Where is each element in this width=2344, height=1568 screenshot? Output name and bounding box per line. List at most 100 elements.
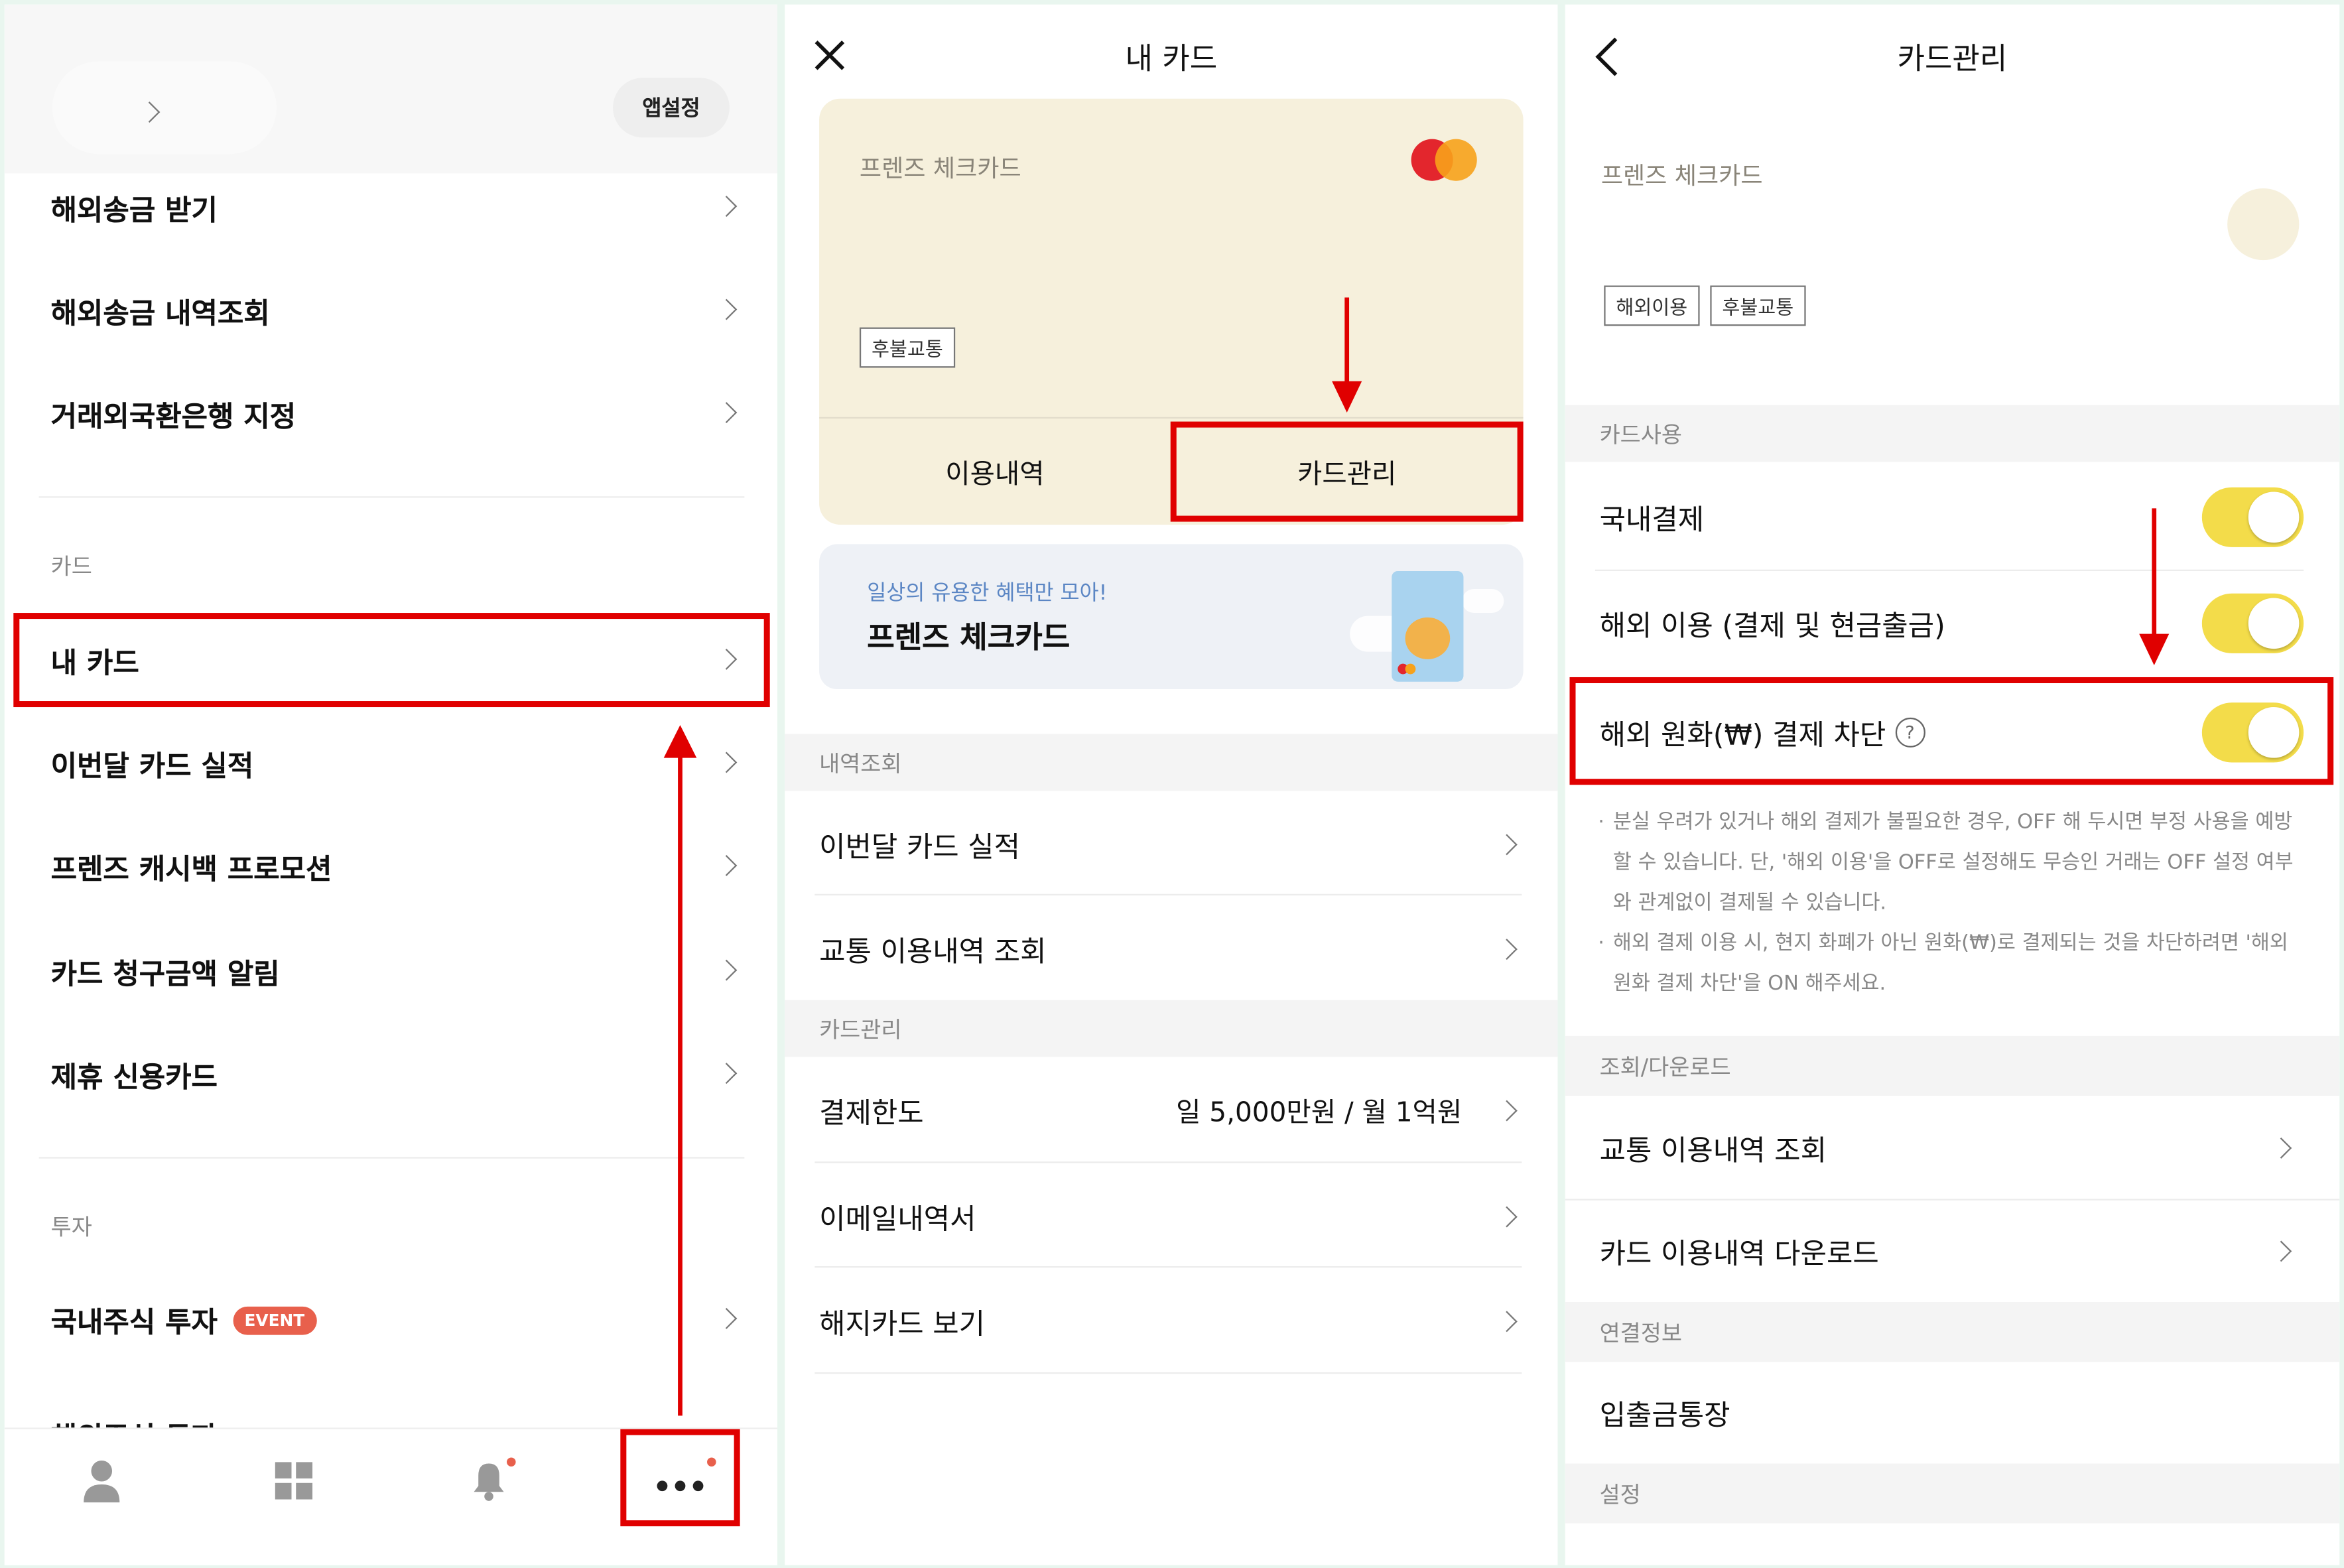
section-label: 카드관리 [819, 1015, 902, 1043]
profile-header: 앱설정 [4, 4, 777, 174]
toggle-row-domestic: 국내결제 [1565, 480, 2339, 555]
menu-item-overseas-history[interactable]: 해외송금 내역조회 [5, 278, 777, 344]
menu-item-overseas-receive[interactable]: 해외송금 받기 [5, 175, 777, 241]
bell-icon[interactable] [468, 1456, 516, 1504]
notice-text-line: 분실 우려가 있거나 해외 결제가 불필요한 경우, OFF 해 두시면 부정 … [1612, 810, 2294, 915]
menu-item-label: 카드 청구금액 알림 [50, 957, 280, 991]
promo-title: 프렌즈 체크카드 [867, 619, 1071, 655]
section-download: 조회/다운로드 [1565, 1035, 2340, 1096]
list-item-label: 교통 이용내역 조회 [819, 935, 1047, 968]
payment-limit-value: 일 5,000만원 / 월 1억원 [1176, 1097, 1463, 1129]
promo-subtitle: 일상의 유용한 혜택만 모아! [867, 581, 1108, 606]
list-item-terminated-cards[interactable]: 해지카드 보기 [785, 1284, 1557, 1359]
overseas-usage-toggle[interactable] [2201, 593, 2304, 653]
chevron-right-icon [716, 1307, 738, 1329]
notice-item: · 분실 우려가 있거나 해외 결제가 불필요한 경우, OFF 해 두시면 부정… [1598, 803, 2310, 924]
chevron-right-icon [1496, 834, 1518, 856]
list-item-label: 입출금통장 [1599, 1398, 1730, 1432]
list-item-card-performance[interactable]: 이번달 카드 실적 [785, 807, 1557, 882]
divider [814, 1266, 1522, 1268]
divider [1565, 1199, 2340, 1201]
list-item-transit-history[interactable]: 교통 이용내역 조회 [1565, 1111, 2339, 1186]
list-item-label: 교통 이용내역 조회 [1599, 1134, 1827, 1167]
section-label: 연결정보 [1599, 1319, 1682, 1346]
menu-item-label: 제휴 신용카드 [50, 1061, 218, 1094]
chevron-right-icon [716, 1063, 738, 1084]
chevron-right-icon [1496, 1100, 1518, 1122]
ryan-character-icon [1405, 617, 1451, 659]
card-tag-transit: 후불교통 [859, 327, 955, 368]
highlight-box-card-manage [1170, 421, 1524, 522]
chevron-right-icon [1496, 939, 1518, 960]
chevron-right-icon [716, 402, 738, 423]
chevron-right-icon [716, 855, 738, 876]
menu-item-label: 해외송금 내역조회 [50, 296, 270, 330]
list-item-label: 카드 이용내역 다운로드 [1599, 1237, 1879, 1270]
card-name: 프렌즈 체크카드 [1600, 161, 1763, 190]
arrow-down-annotation [1332, 297, 1362, 413]
chevron-right-icon [2270, 1240, 2292, 1262]
card-logo-dot [1405, 663, 1416, 675]
notice-item: · 해외 결제 이용 시, 현지 화폐가 아닌 원화(₩)로 결제되는 것을 차단… [1598, 924, 2310, 1005]
cloud-decoration [1462, 588, 1504, 614]
chevron-right-icon [716, 196, 738, 217]
divider [1595, 569, 2304, 571]
card-thumbnail [2227, 188, 2300, 261]
divider [814, 893, 1522, 896]
card-manage-screen: 카드관리 프렌즈 체크카드 해외이용 후불교통 카드사용 국내결제 해외 이용 … [1565, 4, 2340, 1565]
section-label: 내역조회 [819, 750, 902, 777]
domestic-payment-toggle[interactable] [2201, 487, 2304, 547]
arrow-down-annotation [2139, 508, 2170, 665]
section-card-usage: 카드사용 [1565, 405, 2340, 462]
profile-blurred[interactable] [52, 61, 277, 155]
list-item-payment-limit[interactable]: 결제한도 일 5,000만원 / 월 1억원 [785, 1073, 1557, 1148]
menu-item-label: 해외송금 받기 [50, 193, 218, 227]
chevron-right-icon [716, 959, 738, 981]
toggle-row-overseas: 해외 이용 (결제 및 현금출금) [1565, 586, 2339, 661]
list-item-label: 해지카드 보기 [819, 1307, 986, 1340]
list-item-label: 이번달 카드 실적 [819, 830, 1021, 864]
section-label-card: 카드 [50, 553, 92, 580]
card-thumbnail [1392, 570, 1464, 682]
notice-text-line: 해외 결제 이용 시, 현지 화폐가 아닌 원화(₩)로 결제되는 것을 차단하… [1612, 931, 2288, 996]
list-item-transit-history[interactable]: 교통 이용내역 조회 [785, 912, 1557, 987]
list-item-linked-account[interactable]: 입출금통장 [1565, 1375, 2339, 1450]
menu-item-bank-designation[interactable]: 거래외국환은행 지정 [5, 381, 777, 447]
highlight-box-won-block [1569, 677, 2334, 785]
list-item-email-statement[interactable]: 이메일내역서 [785, 1179, 1557, 1254]
chevron-right-icon [716, 298, 738, 320]
chevron-right-icon [2270, 1137, 2292, 1159]
app-settings-button[interactable]: 앱설정 [613, 78, 730, 138]
menu-item-label: 프렌즈 캐시백 프로모션 [50, 852, 332, 886]
promo-banner[interactable]: 일상의 유용한 혜택만 모아! 프렌즈 체크카드 [819, 544, 1524, 690]
menu-item-label: 국내주식 투자 [50, 1305, 218, 1339]
my-card-screen: 내 카드 프렌즈 체크카드 후불교통 이용내역 카드관리 일상의 유용한 혜택만… [785, 4, 1558, 1565]
screenshot-stage: 앱설정 해외송금 받기 해외송금 내역조회 거래외국환은행 지정 카드 내 카드… [0, 0, 2344, 1568]
highlight-box-more [620, 1429, 740, 1527]
toggle-label: 해외 이용 (결제 및 현금출금) [1599, 609, 1945, 643]
toggle-label: 국내결제 [1599, 503, 1705, 536]
menu-item-label: 이번달 카드 실적 [50, 750, 254, 783]
menu-item-label: 거래외국환은행 지정 [50, 399, 296, 433]
notice-text: · 분실 우려가 있거나 해외 결제가 불필요한 경우, OFF 해 두시면 부정… [1598, 803, 2310, 1004]
grid-icon[interactable] [275, 1462, 314, 1501]
highlight-box-my-card [13, 613, 770, 708]
usage-history-button[interactable]: 이용내역 [819, 419, 1171, 525]
chevron-right-icon [716, 751, 738, 773]
list-item-usage-download[interactable]: 카드 이용내역 다운로드 [1565, 1214, 2339, 1289]
mastercard-logo-icon [1411, 139, 1477, 181]
section-manage: 카드관리 [785, 1000, 1558, 1057]
section-label: 설정 [1599, 1480, 1641, 1508]
person-icon[interactable] [82, 1459, 121, 1504]
divider [814, 1372, 1522, 1374]
page-title: 카드관리 [1897, 40, 2008, 76]
section-settings: 설정 [1565, 1463, 2340, 1524]
card-tag-transit: 후불교통 [1710, 285, 1806, 326]
page-title: 내 카드 [1125, 40, 1218, 76]
divider [38, 1157, 745, 1159]
divider [38, 496, 745, 498]
chevron-right-icon [1496, 1206, 1518, 1228]
section-label: 카드사용 [1599, 421, 1682, 448]
card-name: 프렌즈 체크카드 [859, 154, 1021, 182]
divider [814, 1161, 1522, 1163]
